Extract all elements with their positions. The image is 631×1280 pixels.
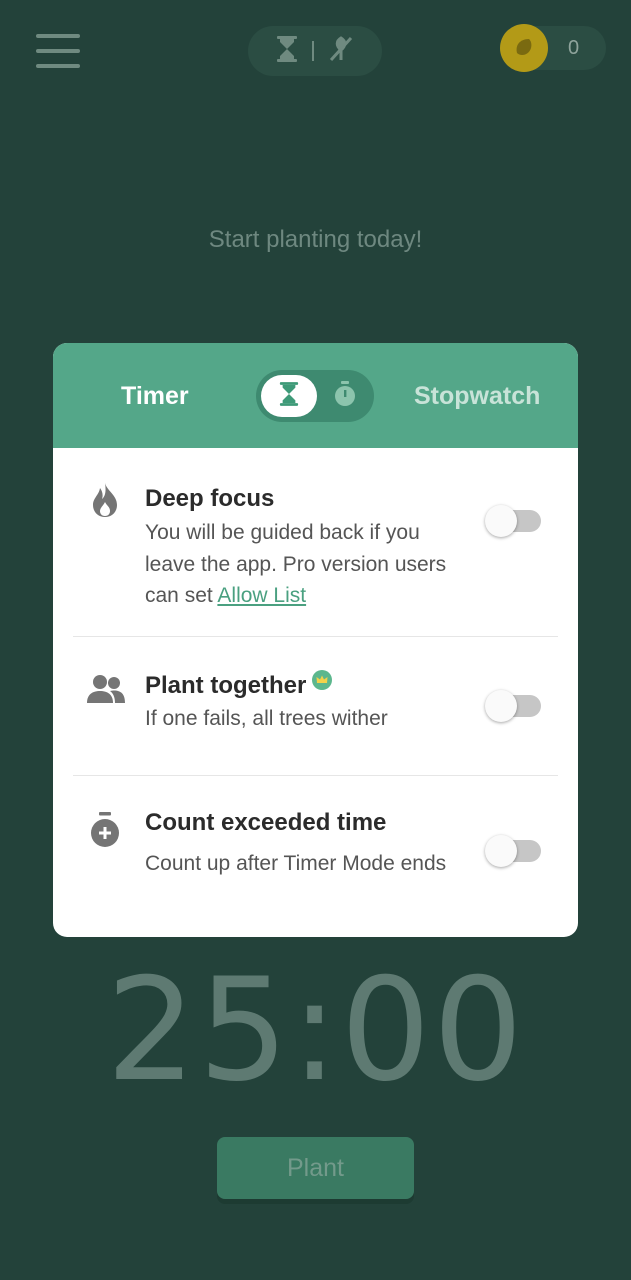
mode-settings-card: Timer Stopwatch Deep focus You will be g… bbox=[53, 343, 578, 937]
flame-icon bbox=[87, 482, 123, 518]
hourglass-icon bbox=[279, 381, 299, 411]
timer-segment[interactable] bbox=[261, 375, 317, 417]
menu-icon[interactable] bbox=[36, 34, 80, 70]
count-exceeded-toggle[interactable] bbox=[485, 833, 541, 867]
tab-timer[interactable]: Timer bbox=[121, 382, 189, 411]
stopwatch-segment[interactable] bbox=[322, 375, 368, 417]
option-deep-focus: Deep focus You will be guided back if yo… bbox=[53, 448, 578, 636]
card-header: Timer Stopwatch bbox=[53, 343, 578, 448]
coin-count: 0 bbox=[568, 37, 580, 59]
timer-display[interactable]: 25:00 bbox=[0, 948, 631, 1113]
deep-focus-toggle[interactable] bbox=[485, 503, 541, 537]
option-title: Deep focus bbox=[145, 485, 275, 512]
tab-stopwatch[interactable]: Stopwatch bbox=[414, 382, 540, 411]
option-title: Count exceeded time bbox=[145, 809, 387, 836]
crown-icon bbox=[312, 670, 333, 690]
mode-switch[interactable] bbox=[248, 26, 382, 76]
option-title-text: Plant together bbox=[145, 672, 307, 699]
option-description: You will be guided back if you leave the… bbox=[145, 517, 475, 612]
mode-separator bbox=[312, 41, 314, 61]
hourglass-icon bbox=[276, 35, 298, 67]
option-plant-together: Plant together If one fails, all trees w… bbox=[53, 637, 578, 775]
people-icon bbox=[85, 671, 127, 707]
option-title: Plant together bbox=[145, 670, 333, 700]
coin-balance[interactable]: 0 bbox=[500, 24, 606, 72]
no-plant-icon bbox=[328, 35, 354, 67]
top-bar: 0 bbox=[0, 0, 631, 110]
stopwatch-plus-icon bbox=[87, 812, 123, 848]
allow-list-link[interactable]: Allow List bbox=[217, 584, 306, 607]
timer-stopwatch-switch[interactable] bbox=[256, 370, 374, 422]
stopwatch-icon bbox=[333, 380, 357, 412]
plant-together-toggle[interactable] bbox=[485, 688, 541, 722]
option-count-exceeded: Count exceeded time Count up after Timer… bbox=[53, 776, 578, 937]
plant-button[interactable]: Plant bbox=[217, 1137, 414, 1199]
option-description: Count up after Timer Mode ends bbox=[145, 852, 447, 875]
option-description: If one fails, all trees wither bbox=[145, 707, 388, 730]
coin-icon bbox=[500, 24, 548, 72]
headline-text: Start planting today! bbox=[208, 226, 423, 253]
